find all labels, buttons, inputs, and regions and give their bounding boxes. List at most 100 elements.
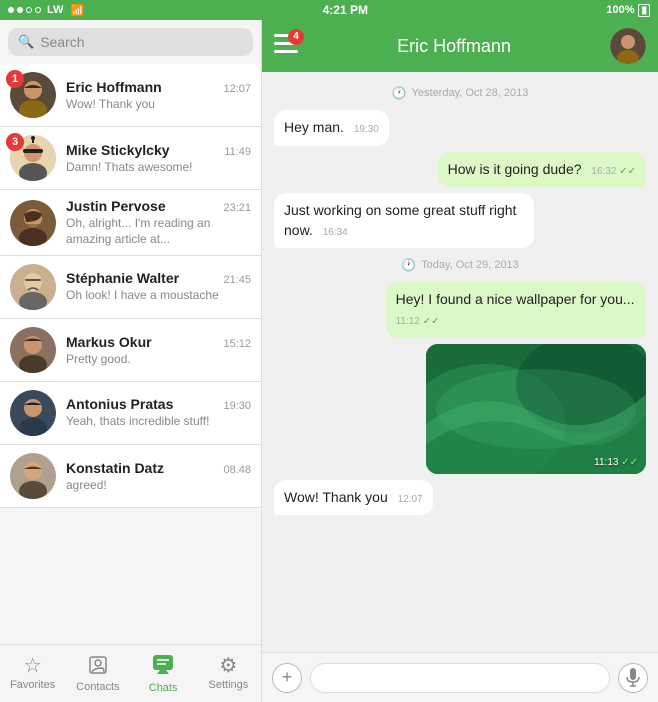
date-divider-1: 🕐 Yesterday, Oct 28, 2013 — [274, 86, 646, 100]
settings-icon: ⚙ — [219, 656, 237, 676]
avatar-konstatin — [10, 453, 56, 499]
chat-item-konstatin[interactable]: Konstatin Datz 08.48 agreed! — [0, 445, 261, 508]
chat-info-eric: Eric Hoffmann 12:07 Wow! Thank you — [66, 79, 251, 111]
chat-preview-konstatin: agreed! — [66, 478, 251, 492]
chat-name-mike: Mike Stickylcky — [66, 142, 170, 158]
chat-item-markus[interactable]: Markus Okur 15:12 Pretty good. — [0, 319, 261, 382]
menu-button[interactable]: 4 — [274, 34, 298, 59]
bubble-text-6: Wow! Thank you — [284, 489, 388, 505]
chat-preview-justin: Oh, alright... I'm reading an amazing ar… — [66, 216, 251, 247]
bubble-text-4: Hey! I found a nice wallpaper for you... — [396, 291, 635, 307]
tab-favorites[interactable]: ☆ Favorites — [0, 645, 65, 702]
messages-area: 🕐 Yesterday, Oct 28, 2013 Hey man. 19:30… — [262, 72, 658, 652]
image-bubble: 11:13 ✓✓ — [426, 344, 646, 474]
chat-item-antonius[interactable]: Antonius Pratas 19:30 Yeah, thats incred… — [0, 382, 261, 445]
tab-chats-label: Chats — [149, 682, 178, 694]
message-row-3: Just working on some great stuff right n… — [274, 193, 646, 248]
tab-settings-label: Settings — [209, 679, 249, 691]
chat-item-stephanie[interactable]: Stéphanie Walter 21:45 Oh look! I have a… — [0, 256, 261, 319]
avatar-wrap-justin — [10, 200, 56, 246]
chat-header-stephanie: Stéphanie Walter 21:45 — [66, 270, 251, 286]
search-placeholder: Search — [40, 34, 84, 50]
chat-time-markus: 15:12 — [223, 338, 251, 350]
chat-header-antonius: Antonius Pratas 19:30 — [66, 396, 251, 412]
tab-chats[interactable]: Chats — [131, 645, 196, 702]
avatar-wrap-eric: 1 — [10, 72, 56, 118]
avatar-antonius — [10, 390, 56, 436]
badge-mike: 3 — [6, 133, 24, 151]
signal-dot-1 — [8, 7, 14, 13]
chat-name-konstatin: Konstatin Datz — [66, 460, 164, 476]
chat-info-justin: Justin Pervose 23:21 Oh, alright... I'm … — [66, 198, 251, 247]
chat-time-justin: 23:21 — [223, 202, 251, 214]
status-signal: LW 📶 — [8, 4, 84, 17]
date-divider-2: 🕐 Today, Oct 29, 2013 — [274, 258, 646, 272]
chat-name-justin: Justin Pervose — [66, 198, 166, 214]
search-bar[interactable]: 🔍 Search — [8, 28, 253, 56]
signal-dot-3 — [26, 7, 32, 13]
chat-header-bar: 4 Eric Hoffmann — [262, 20, 658, 72]
chat-name-stephanie: Stéphanie Walter — [66, 270, 179, 286]
carrier-label: LW — [47, 4, 64, 16]
date-text-2: Today, Oct 29, 2013 — [421, 259, 519, 271]
chat-name-eric: Eric Hoffmann — [66, 79, 162, 95]
header-avatar[interactable] — [610, 28, 646, 64]
right-panel: 4 Eric Hoffmann 🕐 Yesterday, Oct 28, 201… — [262, 20, 658, 702]
msg-time-4: 11:12 ✓✓ — [396, 316, 440, 327]
badge-eric: 1 — [6, 70, 24, 88]
contacts-icon — [88, 655, 108, 678]
status-battery: 100% ▮ — [606, 4, 650, 17]
chat-info-konstatin: Konstatin Datz 08.48 agreed! — [66, 460, 251, 492]
msg-time-2: 16:32 ✓✓ — [591, 166, 636, 177]
image-placeholder — [426, 344, 646, 474]
chat-header-konstatin: Konstatin Datz 08.48 — [66, 460, 251, 476]
chat-time-mike: 11:49 — [224, 146, 251, 158]
bubble-text-1: Hey man. — [284, 119, 344, 135]
chat-list: 1 Eric Hoffmann 12:07 Wow! Thank you — [0, 64, 261, 644]
bubble-text-3: Just working on some great stuff right n… — [284, 202, 516, 238]
add-button[interactable]: + — [272, 663, 302, 693]
avatar-wrap-konstatin — [10, 453, 56, 499]
tab-favorites-label: Favorites — [10, 679, 55, 691]
tab-settings[interactable]: ⚙ Settings — [196, 645, 261, 702]
left-panel: 🔍 Search 1 — [0, 20, 262, 702]
avatar-justin — [10, 200, 56, 246]
chat-name-antonius: Antonius Pratas — [66, 396, 173, 412]
chat-name-markus: Markus Okur — [66, 334, 152, 350]
chat-item-justin[interactable]: Justin Pervose 23:21 Oh, alright... I'm … — [0, 190, 261, 256]
bubble-2: How is it going dude? 16:32 ✓✓ — [438, 152, 646, 188]
mic-button[interactable] — [618, 663, 648, 693]
msg-time-6: 12:07 — [398, 494, 423, 505]
tab-bar: ☆ Favorites Contacts — [0, 644, 261, 702]
chat-header-justin: Justin Pervose 23:21 — [66, 198, 251, 214]
signal-dot-4 — [35, 7, 41, 13]
message-input[interactable] — [310, 663, 610, 693]
avatar-wrap-mike: 3 — [10, 135, 56, 181]
image-time: 11:13 ✓✓ — [594, 457, 638, 468]
chat-preview-antonius: Yeah, thats incredible stuff! — [66, 414, 251, 430]
chat-header-mike: Mike Stickylcky 11:49 — [66, 142, 251, 158]
chat-item-eric[interactable]: 1 Eric Hoffmann 12:07 Wow! Thank you — [0, 64, 261, 127]
message-row-2: How is it going dude? 16:32 ✓✓ — [274, 152, 646, 188]
bubble-4: Hey! I found a nice wallpaper for you...… — [386, 282, 646, 337]
chat-title: Eric Hoffmann — [308, 36, 600, 57]
search-icon: 🔍 — [18, 34, 34, 50]
avatar-wrap-antonius — [10, 390, 56, 436]
signal-dot-2 — [17, 7, 23, 13]
input-bar: + — [262, 652, 658, 702]
message-row-6: Wow! Thank you 12:07 — [274, 480, 646, 516]
avatar-markus — [10, 327, 56, 373]
avatar-wrap-stephanie — [10, 264, 56, 310]
chat-header-eric: Eric Hoffmann 12:07 — [66, 79, 251, 95]
bubble-text-2: How is it going dude? — [448, 161, 582, 177]
chat-time-stephanie: 21:45 — [223, 274, 251, 286]
status-time: 4:21 PM — [323, 3, 368, 17]
battery-label: 100% — [606, 4, 634, 16]
chats-icon — [152, 654, 174, 679]
bubble-1: Hey man. 19:30 — [274, 110, 389, 146]
tab-contacts[interactable]: Contacts — [65, 645, 130, 702]
tab-contacts-label: Contacts — [76, 681, 119, 693]
chat-preview-stephanie: Oh look! I have a moustache — [66, 288, 251, 304]
chat-preview-eric: Wow! Thank you — [66, 97, 251, 111]
chat-item-mike[interactable]: 3 Mike Stickylcky 11:49 Damn! Thats awes… — [0, 127, 261, 190]
